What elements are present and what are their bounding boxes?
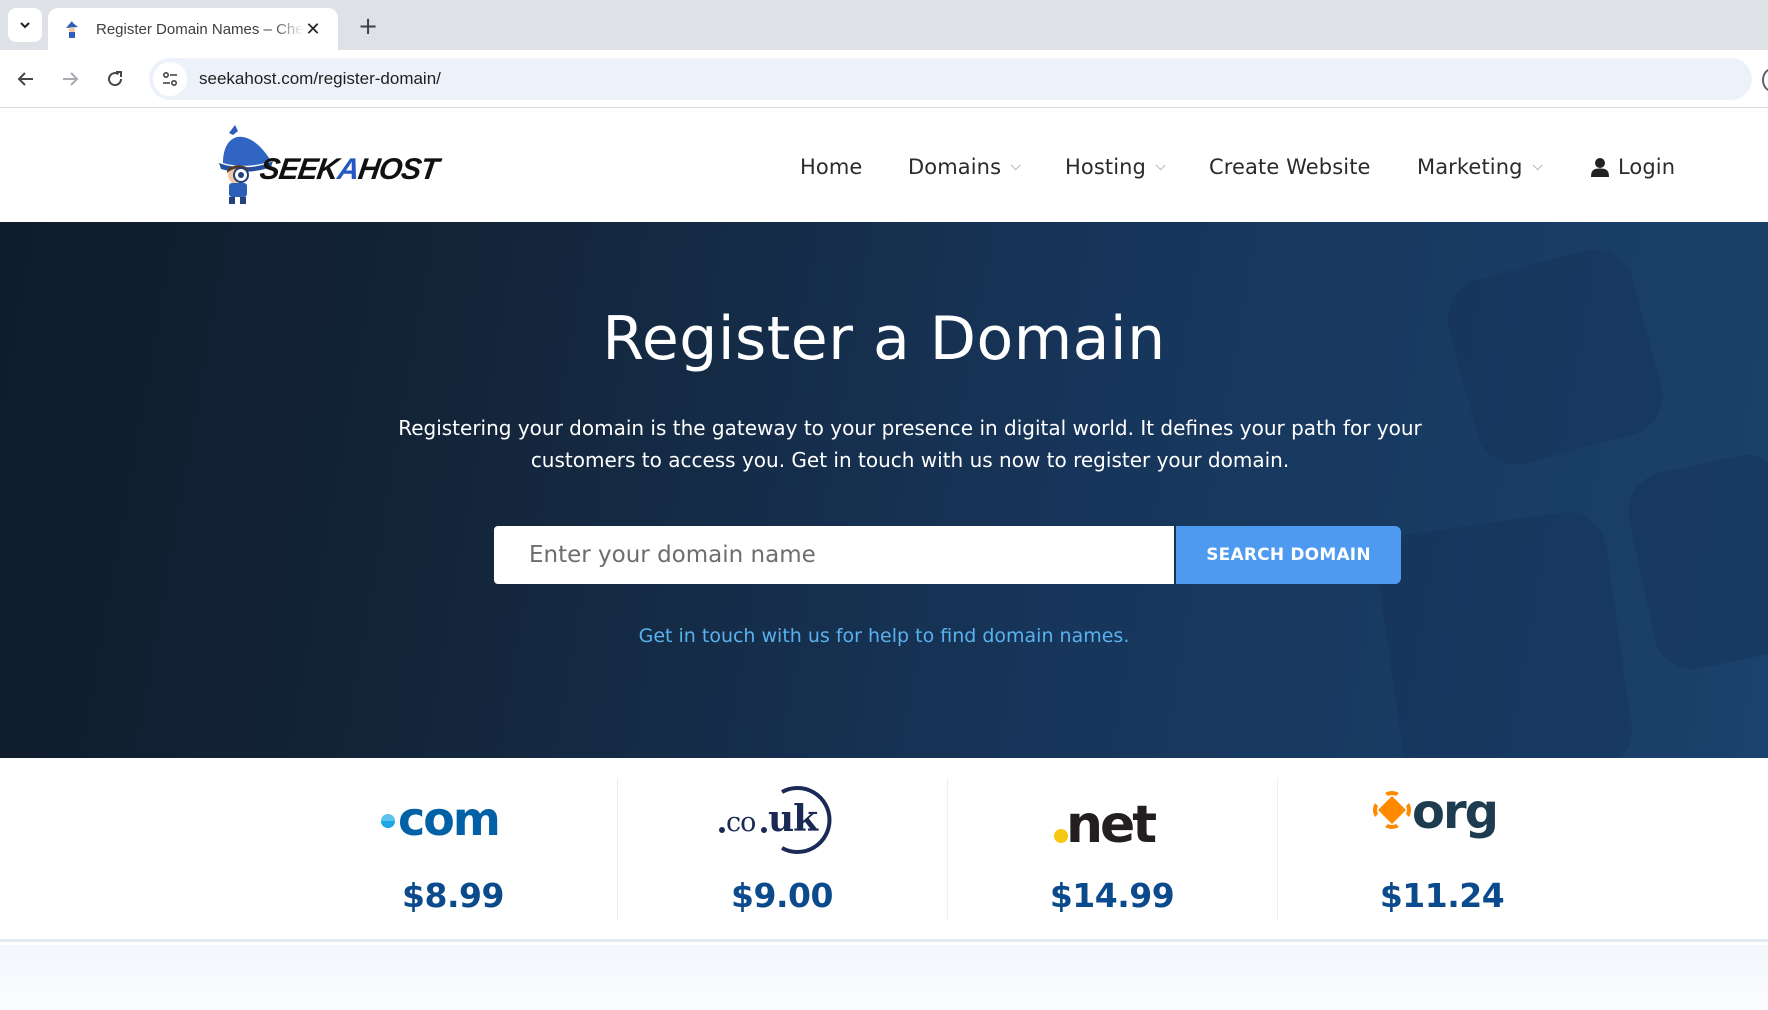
new-tab-button[interactable]: +: [352, 10, 384, 42]
nav-login[interactable]: Login: [1590, 147, 1675, 187]
tld-item-net[interactable]: net $14.99: [947, 758, 1277, 942]
nav-hosting-label: Hosting: [1065, 155, 1146, 179]
seekahost-logo[interactable]: SEEKAHOST: [215, 123, 440, 205]
logo-text-host: HOST: [356, 153, 441, 186]
tld-logo-com: com: [288, 780, 618, 860]
org-logo-icon: org: [1373, 790, 1499, 840]
nav-marketing[interactable]: Marketing: [1417, 147, 1543, 187]
address-bar[interactable]: seekahost.com/register-domain/: [149, 58, 1752, 100]
seekahost-wizard-icon: [66, 21, 78, 38]
url-text[interactable]: seekahost.com/register-domain/: [199, 69, 441, 89]
tld-price-list: com $8.99 co uk $9.00 net $14.99 org $11…: [0, 758, 1768, 942]
logo-text-seek: SEEK: [257, 153, 341, 186]
nav-login-label: Login: [1618, 155, 1676, 179]
tld-price-co-uk: $9.00: [731, 876, 833, 915]
reload-icon: [108, 71, 123, 87]
tld-item-org[interactable]: org $11.24: [1277, 758, 1607, 942]
tab-title: Register Domain Names – Cheap Domain Reg…: [96, 20, 304, 38]
tld-item-com[interactable]: com $8.99: [288, 758, 618, 942]
svg-text:com: com: [398, 795, 499, 845]
tab-search-button[interactable]: [8, 8, 42, 42]
site-info-button[interactable]: [153, 62, 187, 96]
browser-tab-strip: Register Domain Names – Cheap Domain Reg…: [0, 0, 1768, 50]
tld-item-co-uk[interactable]: co uk $9.00: [617, 758, 947, 942]
svg-text:co: co: [726, 807, 755, 838]
hero-description: Registering your domain is the gateway t…: [398, 416, 1422, 472]
browser-toolbar: seekahost.com/register-domain/: [0, 50, 1768, 108]
search-domain-button[interactable]: SEARCH DOMAIN: [1176, 526, 1401, 584]
chevron-down-icon: [20, 22, 30, 29]
back-button[interactable]: [10, 63, 42, 95]
reload-button[interactable]: [99, 63, 131, 95]
hero-section: Register a Domain Registering your domai…: [0, 222, 1768, 758]
com-logo-icon: com: [381, 795, 501, 845]
profile-icon[interactable]: [1762, 68, 1768, 92]
domain-search-form: SEARCH DOMAIN: [494, 526, 1401, 584]
nav-home[interactable]: Home: [800, 147, 862, 187]
co-uk-logo-icon: co uk: [719, 786, 832, 854]
arrow-left-icon: [17, 72, 33, 86]
tune-icon: [162, 71, 178, 87]
chevron-down-icon: [1532, 159, 1543, 170]
logo-wordmark: SEEKAHOST: [258, 153, 440, 187]
nav-domains[interactable]: Domains: [908, 147, 1021, 187]
chevron-down-icon: [1010, 159, 1021, 170]
site-header: SEEKAHOST Home Domains Hosting Create We…: [0, 109, 1768, 222]
tld-price-com: $8.99: [402, 876, 504, 915]
tld-price-org: $11.24: [1379, 876, 1505, 915]
tld-price-net: $14.99: [1049, 876, 1175, 915]
forward-button[interactable]: [54, 63, 86, 95]
domain-search-input[interactable]: [494, 526, 1176, 584]
chevron-down-icon: [1155, 159, 1166, 170]
nav-domains-label: Domains: [908, 155, 1002, 179]
tld-logo-net: net: [947, 780, 1277, 860]
close-tab-icon[interactable]: ✕: [302, 18, 324, 40]
nav-create-website[interactable]: Create Website: [1209, 147, 1371, 187]
nav-home-label: Home: [800, 155, 863, 179]
user-icon: [1591, 158, 1609, 177]
next-section-background: [0, 945, 1768, 1010]
nav-marketing-label: Marketing: [1417, 155, 1523, 179]
svg-text:org: org: [1412, 790, 1497, 840]
svg-text:uk: uk: [768, 798, 819, 840]
help-find-domain-link[interactable]: Get in touch with us for help to find do…: [0, 625, 1768, 647]
nav-create-website-label: Create Website: [1209, 155, 1371, 179]
page-title: Register a Domain: [602, 304, 1166, 374]
net-logo-icon: net: [1054, 795, 1159, 848]
arrow-right-icon: [63, 72, 79, 86]
browser-tab-active[interactable]: Register Domain Names – Cheap Domain Reg…: [48, 8, 338, 50]
svg-text:net: net: [1066, 795, 1156, 848]
tld-logo-org: org: [1277, 780, 1607, 860]
nav-hosting[interactable]: Hosting: [1065, 147, 1166, 187]
tld-logo-co-uk: co uk: [617, 780, 947, 860]
